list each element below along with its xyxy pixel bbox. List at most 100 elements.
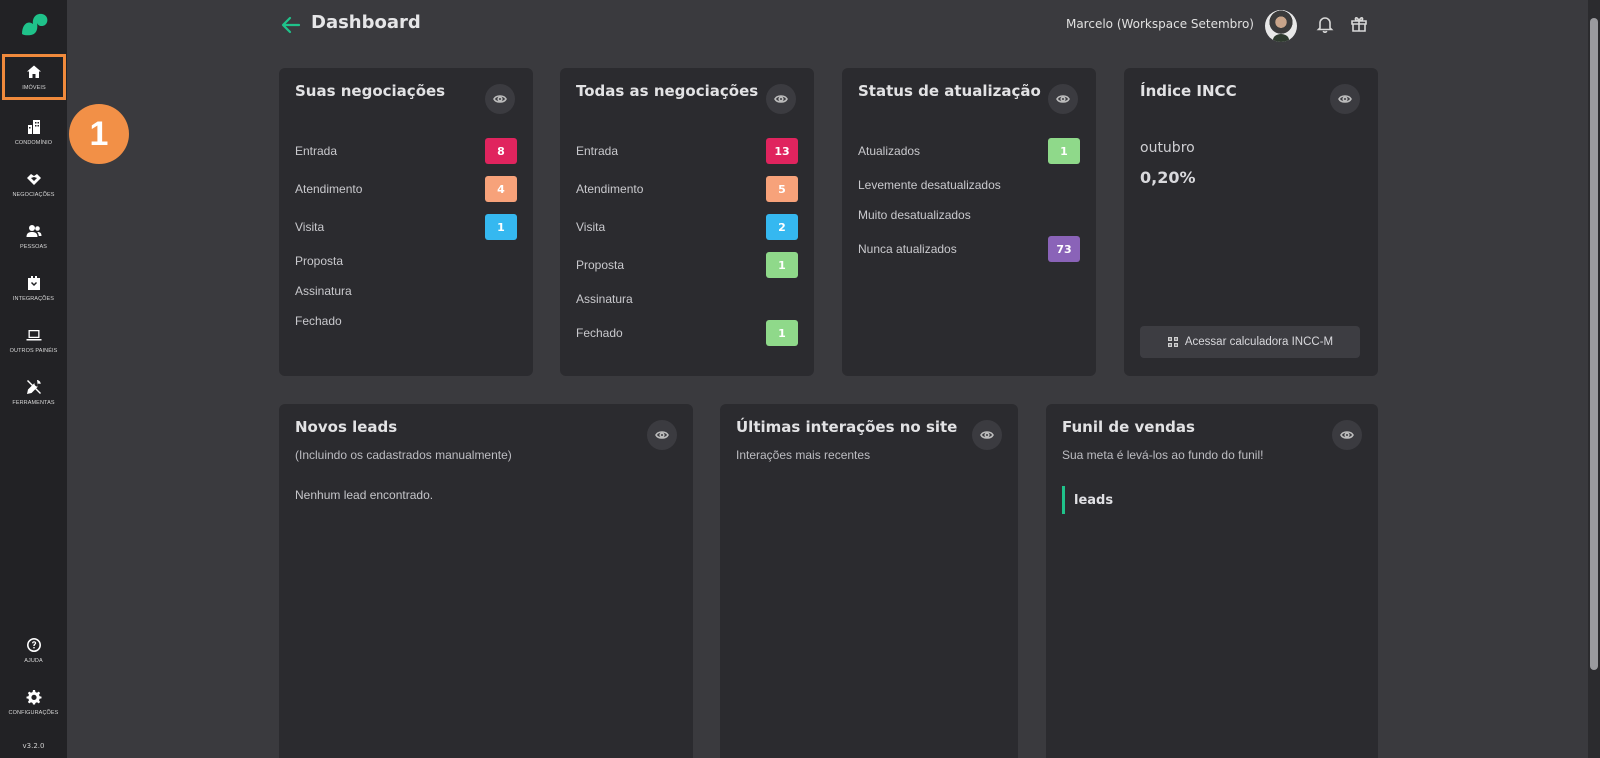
back-arrow-icon[interactable] — [280, 14, 302, 36]
sidebar-item-imoveis[interactable]: IMÓVEIS — [2, 54, 66, 100]
card-subtitle: (Incluindo os cadastrados manualmente) — [295, 448, 512, 462]
eye-icon — [1056, 95, 1070, 103]
count-badge: 1 — [766, 320, 798, 346]
card-suas-negociacoes: Suas negociações Entrada 8 Atendimento 4… — [279, 68, 533, 376]
card-title: Todas as negociações — [576, 82, 759, 100]
sidebar-item-negociacoes[interactable]: NEGOCIAÇÕES — [0, 160, 67, 208]
laptop-icon — [26, 329, 41, 340]
empty-state-message: Nenhum lead encontrado. — [295, 488, 434, 502]
row-label: Muito desatualizados — [858, 208, 971, 222]
scrollbar-thumb[interactable] — [1590, 18, 1598, 670]
notifications-button[interactable] — [1316, 15, 1334, 33]
toggle-visibility-button[interactable] — [485, 84, 515, 114]
row-label: Fechado — [576, 326, 623, 340]
row-label: Assinatura — [295, 284, 352, 298]
sidebar-item-label: FERRAMENTAS — [12, 399, 55, 406]
building-icon — [27, 119, 40, 134]
sidebar-item-label: CONDOMÍNIO — [14, 139, 53, 146]
row-label: Visita — [576, 220, 606, 234]
card-subtitle: Interações mais recentes — [736, 448, 871, 462]
card-ultimas-interacoes: Últimas interações no site Interações ma… — [720, 404, 1018, 758]
squirrel-logo-icon[interactable] — [18, 10, 50, 38]
open-incc-calculator-button[interactable]: Acessar calculadora INCC-M — [1140, 326, 1360, 358]
count-badge: 73 — [1048, 236, 1080, 262]
eye-icon — [1340, 431, 1354, 439]
card-status-atualizacao: Status de atualização Atualizados 1 Leve… — [842, 68, 1096, 376]
row-label: Atendimento — [295, 182, 363, 196]
sidebar-item-label: NEGOCIAÇÕES — [12, 191, 55, 198]
sidebar-item-ferramentas[interactable]: FERRAMENTAS — [0, 368, 67, 416]
app-version: v3.2.0 — [22, 742, 45, 750]
sidebar-item-label: INTEGRAÇÕES — [12, 295, 55, 302]
eye-icon — [774, 95, 788, 103]
toggle-visibility-button[interactable] — [1330, 84, 1360, 114]
page-scrollbar[interactable] — [1588, 0, 1600, 758]
row-label: Atualizados — [858, 144, 921, 158]
row-label: Entrada — [295, 144, 338, 158]
toggle-visibility-button[interactable] — [1048, 84, 1078, 114]
toggle-visibility-button[interactable] — [1332, 420, 1362, 450]
card-funil-vendas: Funil de vendas Sua meta é levá-los ao f… — [1046, 404, 1378, 758]
sidebar-item-label: CONFIGURAÇÕES — [8, 709, 59, 716]
sidebar-item-pessoas[interactable]: PESSOAS — [0, 212, 67, 260]
toggle-visibility-button[interactable] — [647, 420, 677, 450]
count-badge: 1 — [1048, 138, 1080, 164]
step-number-badge: 1 — [69, 104, 129, 164]
funnel-stage-leads[interactable]: leads — [1062, 486, 1113, 514]
sidebar-item-label: AJUDA — [24, 657, 43, 664]
eye-icon — [1338, 95, 1352, 103]
tools-icon — [26, 379, 41, 394]
incc-month: outubro — [1140, 140, 1195, 156]
page-title: Dashboard — [311, 12, 421, 33]
sidebar-item-ajuda[interactable]: AJUDA — [0, 626, 67, 674]
gift-icon — [1351, 17, 1367, 32]
user-workspace-name[interactable]: Marcelo (Workspace Setembro) — [1066, 17, 1254, 31]
toggle-visibility-button[interactable] — [766, 84, 796, 114]
count-badge: 1 — [485, 214, 517, 240]
home-icon — [27, 65, 41, 78]
row-label: Nunca atualizados — [858, 242, 957, 256]
row-label: Proposta — [576, 258, 625, 272]
sidebar-item-condominio[interactable]: CONDOMÍNIO — [0, 108, 67, 156]
row-label: Entrada — [576, 144, 619, 158]
row-label: Atendimento — [576, 182, 644, 196]
row-label: Fechado — [295, 314, 342, 328]
card-novos-leads: Novos leads (Incluindo os cadastrados ma… — [279, 404, 693, 758]
sidebar-item-integracoes[interactable]: INTEGRAÇÕES — [0, 264, 67, 312]
card-title: Novos leads — [295, 418, 398, 436]
card-title: Últimas interações no site — [736, 418, 958, 436]
count-badge: 8 — [485, 138, 517, 164]
gift-button[interactable] — [1350, 15, 1368, 33]
sidebar-item-label: IMÓVEIS — [22, 84, 46, 91]
card-title: Suas negociações — [295, 82, 446, 100]
sidebar-item-label: PESSOAS — [20, 243, 47, 250]
eye-icon — [655, 431, 669, 439]
count-badge: 2 — [766, 214, 798, 240]
row-label: Proposta — [295, 254, 344, 268]
users-icon — [26, 224, 41, 237]
plug-icon — [27, 275, 40, 290]
card-title: Status de atualização — [858, 82, 1041, 100]
card-todas-negociacoes: Todas as negociações Entrada 13 Atendime… — [560, 68, 814, 376]
bell-icon — [1316, 17, 1334, 33]
row-label: Levemente desatualizados — [858, 178, 1001, 192]
count-badge: 13 — [766, 138, 798, 164]
sidebar: IMÓVEIS CONDOMÍNIO NEGOCIAÇÕES PESSOAS I… — [0, 0, 67, 758]
card-indice-incc: Índice INCC outubro 0,20% Acessar calcul… — [1124, 68, 1378, 376]
sidebar-item-configuracoes[interactable]: CONFIGURAÇÕES — [0, 678, 67, 726]
eye-icon — [493, 95, 507, 103]
sidebar-item-outros-paineis[interactable]: OUTROS PAINÉIS — [0, 316, 67, 364]
card-subtitle: Sua meta é levá-los ao fundo do funil! — [1062, 448, 1264, 462]
gear-icon — [26, 689, 41, 704]
handshake-icon — [26, 173, 41, 185]
card-title: Funil de vendas — [1062, 418, 1195, 436]
button-label: Acessar calculadora INCC-M — [1184, 336, 1334, 348]
count-badge: 5 — [766, 176, 798, 202]
help-icon — [26, 637, 41, 652]
count-badge: 4 — [485, 176, 517, 202]
toggle-visibility-button[interactable] — [972, 420, 1002, 450]
row-label: Assinatura — [576, 292, 633, 306]
incc-value: 0,20% — [1140, 168, 1196, 187]
row-label: Visita — [295, 220, 325, 234]
user-avatar[interactable] — [1265, 10, 1297, 42]
